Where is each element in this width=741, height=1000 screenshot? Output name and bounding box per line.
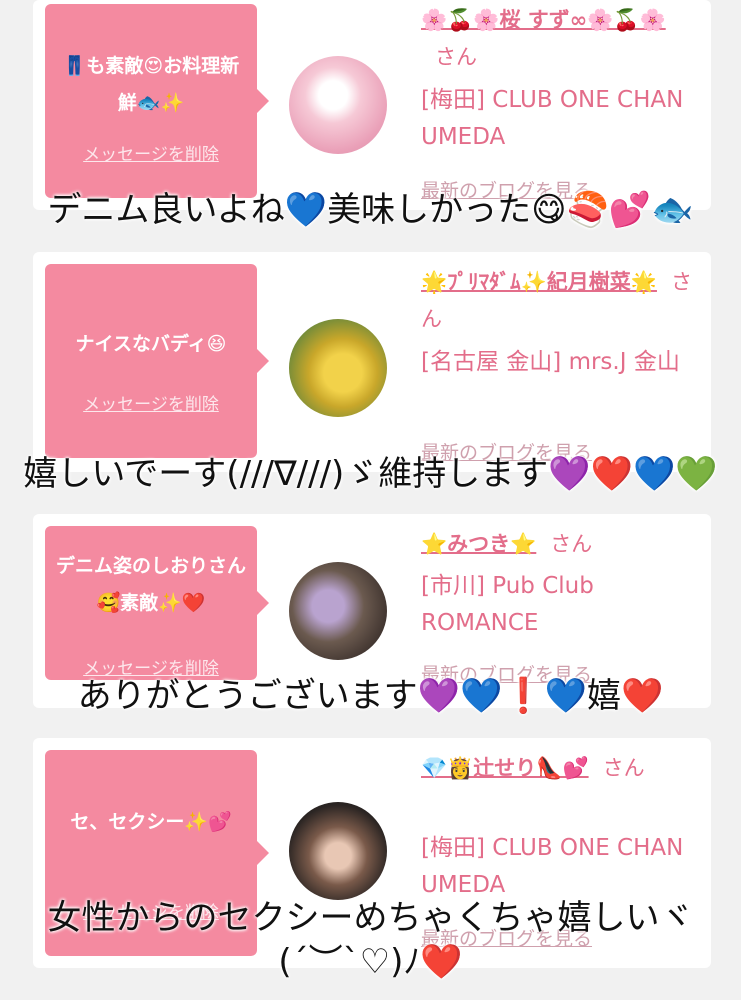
reply-caption: ありがとうございます💜💙❗️💙嬉❤️ [77, 676, 664, 716]
message-bubble: 👖も素敵😍お料理新鮮🐟✨ メッセージを削除 [45, 4, 269, 198]
honorific: さん [602, 756, 645, 780]
reply-caption: 女性からのセクシーめちゃくちゃ嬉しいヾ(´︶`♡)ﾉ❤️ [47, 898, 694, 982]
sender-name[interactable]: 🌸🍒🌸桜 すず∞🌸🍒🌸 [421, 8, 666, 32]
honorific: さん [550, 532, 593, 556]
message-text: ナイスなバディ😆 [75, 333, 227, 355]
sender-name[interactable]: 🌟ﾌﾟﾘﾏﾀﾞﾑ✨紀月樹菜🌟 [421, 270, 657, 294]
avatar[interactable] [289, 562, 387, 660]
message-card: ナイスなバディ😆 メッセージを削除 🌟ﾌﾟﾘﾏﾀﾞﾑ✨紀月樹菜🌟 さん [名古屋 … [33, 252, 711, 472]
sender-name-link[interactable]: 💎👸辻せり👠💕 さん [421, 750, 696, 787]
shop-info: [市川] Pub Club ROMANCE [421, 573, 594, 636]
honorific: さん [435, 45, 477, 69]
message-text: 👖も素敵😍お料理新鮮🐟✨ [62, 55, 240, 114]
avatar[interactable] [289, 802, 387, 900]
reply-caption: 嬉しいでーす(///∇///)ゞ維持します💜❤️💙💚 [23, 454, 718, 494]
sender-name-link[interactable]: ⭐️みつき⭐️ さん [421, 526, 696, 563]
shop-info: [梅田] CLUB ONE CHAN UMEDA [421, 87, 684, 150]
delete-message-link[interactable]: メッセージを削除 [45, 140, 257, 165]
sender-name[interactable]: 💎👸辻せり👠💕 [421, 756, 589, 780]
avatar[interactable] [289, 56, 387, 154]
sender-name-link[interactable]: 🌟ﾌﾟﾘﾏﾀﾞﾑ✨紀月樹菜🌟 さん [421, 264, 696, 338]
sender-name[interactable]: ⭐️みつき⭐️ [421, 532, 536, 556]
sender-name-link[interactable]: 🌸🍒🌸桜 すず∞🌸🍒🌸 さん [421, 2, 696, 76]
message-text: セ、セクシー✨💕 [70, 811, 232, 833]
reply-caption: デニム良いよね💙美味しかった😋🍣💕🐟 [47, 190, 694, 230]
message-bubble: デニム姿のしおりさん🥰素敵✨❤️ メッセージを削除 [45, 526, 269, 680]
avatar[interactable] [289, 319, 387, 417]
shop-info: [名古屋 金山] mrs.J 金山 [421, 349, 680, 375]
message-bubble: ナイスなバディ😆 メッセージを削除 [45, 264, 269, 458]
delete-message-link[interactable]: メッセージを削除 [45, 390, 257, 415]
message-card: 👖も素敵😍お料理新鮮🐟✨ メッセージを削除 🌸🍒🌸桜 すず∞🌸🍒🌸 さん [梅田]… [33, 0, 711, 210]
message-text: デニム姿のしおりさん🥰素敵✨❤️ [55, 555, 246, 614]
shop-info: [梅田] CLUB ONE CHAN UMEDA [421, 835, 684, 898]
